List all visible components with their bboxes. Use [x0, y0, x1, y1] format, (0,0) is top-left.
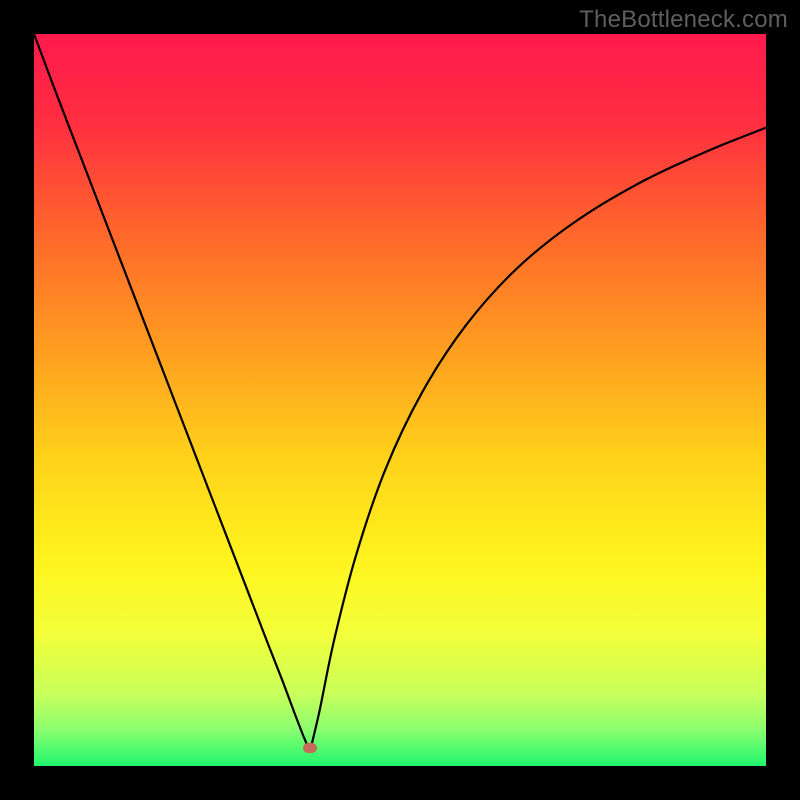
vertex-marker	[303, 743, 317, 753]
plot-area	[34, 34, 766, 766]
chart-svg	[34, 34, 766, 766]
gradient-background	[34, 34, 766, 766]
watermark-text: TheBottleneck.com	[579, 6, 788, 34]
chart-frame: TheBottleneck.com	[0, 0, 800, 800]
